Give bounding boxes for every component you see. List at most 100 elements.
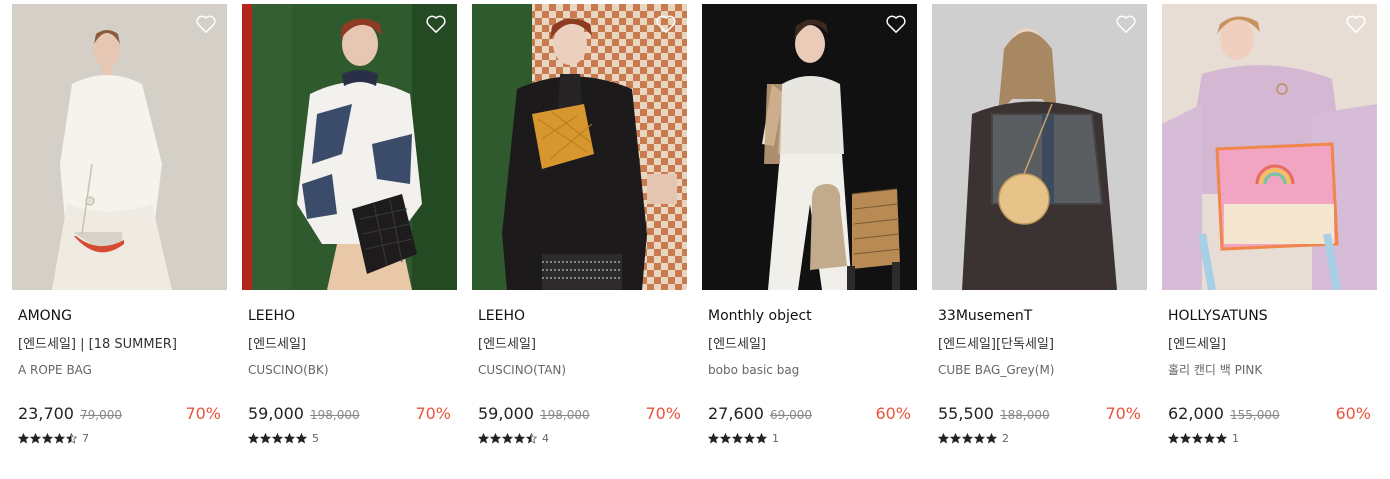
product-name[interactable]: CUBE BAG_Grey(M) <box>938 362 1141 378</box>
sale-price: 55,500 <box>938 404 994 423</box>
review-count: 5 <box>312 431 319 445</box>
star-full-icon <box>1180 432 1191 443</box>
star-rating <box>478 432 537 444</box>
star-rating <box>1168 432 1227 444</box>
product-card[interactable]: LEEHO [엔드세일] CUSCINO(BK) 59,000 198,000 … <box>242 4 457 445</box>
discount-rate: 70% <box>185 404 221 423</box>
star-full-icon <box>732 432 743 443</box>
product-card[interactable]: LEEHO [엔드세일] CUSCINO(TAN) 59,000 198,000… <box>472 4 687 445</box>
star-full-icon <box>756 432 767 443</box>
product-grid: AMONG [엔드세일] | [18 SUMMER] A ROPE BAG 23… <box>12 4 1377 445</box>
price-row: 55,500 188,000 70% <box>938 404 1141 424</box>
product-name[interactable]: A ROPE BAG <box>18 362 221 378</box>
product-image[interactable] <box>932 4 1147 290</box>
sale-price: 27,600 <box>708 404 764 423</box>
star-full-icon <box>30 432 41 443</box>
product-name[interactable]: CUSCINO(TAN) <box>478 362 681 378</box>
product-image[interactable] <box>12 4 227 290</box>
wishlist-heart-icon[interactable] <box>1115 14 1137 34</box>
star-full-icon <box>514 432 525 443</box>
product-brand[interactable]: Monthly object <box>708 307 911 325</box>
product-brand[interactable]: 33MusemenT <box>938 307 1141 325</box>
rating: 1 <box>1168 431 1371 445</box>
product-brand[interactable]: AMONG <box>18 307 221 325</box>
product-card[interactable]: 33MusemenT [엔드세일][단독세일] CUBE BAG_Grey(M)… <box>932 4 1147 445</box>
price-row: 23,700 79,000 70% <box>18 404 221 424</box>
wishlist-heart-icon[interactable] <box>1345 14 1367 34</box>
product-card[interactable]: Monthly object [엔드세일] bobo basic bag 27,… <box>702 4 917 445</box>
original-price: 198,000 <box>539 408 590 422</box>
rating: 5 <box>248 431 451 445</box>
product-tag: [엔드세일] <box>248 337 306 352</box>
star-full-icon <box>260 432 271 443</box>
review-count: 2 <box>1002 431 1009 445</box>
sale-price: 59,000 <box>478 404 534 423</box>
product-tag: [엔드세일] <box>708 337 766 352</box>
product-tag: [엔드세일] <box>1168 337 1226 352</box>
sale-price: 59,000 <box>248 404 304 423</box>
review-count: 1 <box>772 431 779 445</box>
product-info: HOLLYSATUNS [엔드세일] 홀리 캔디 백 PINK 62,000 1… <box>1162 307 1377 445</box>
wishlist-heart-icon[interactable] <box>885 14 907 34</box>
original-price: 79,000 <box>79 408 122 422</box>
product-tag: [엔드세일] | [18 SUMMER] <box>18 337 177 352</box>
sale-price: 62,000 <box>1168 404 1224 423</box>
product-name[interactable]: 홀리 캔디 백 PINK <box>1168 362 1371 378</box>
original-price: 188,000 <box>999 408 1050 422</box>
product-photo <box>1162 4 1377 290</box>
product-brand[interactable]: HOLLYSATUNS <box>1168 307 1371 325</box>
discount-rate: 70% <box>1105 404 1141 423</box>
star-rating <box>708 432 767 444</box>
product-info: LEEHO [엔드세일] CUSCINO(BK) 59,000 198,000 … <box>242 307 457 445</box>
product-image[interactable] <box>702 4 917 290</box>
product-photo <box>702 4 917 290</box>
product-image[interactable] <box>242 4 457 290</box>
product-photo <box>12 4 227 290</box>
review-count: 1 <box>1232 431 1239 445</box>
product-photo <box>472 4 687 290</box>
wishlist-heart-icon[interactable] <box>425 14 447 34</box>
star-full-icon <box>42 432 53 443</box>
star-full-icon <box>1204 432 1215 443</box>
star-rating <box>248 432 307 444</box>
star-full-icon <box>974 432 985 443</box>
star-full-icon <box>54 432 65 443</box>
discount-rate: 70% <box>645 404 681 423</box>
star-rating <box>18 432 77 444</box>
rating: 4 <box>478 431 681 445</box>
product-image[interactable] <box>1162 4 1377 290</box>
star-half-icon <box>66 432 77 443</box>
star-full-icon <box>1168 432 1179 443</box>
product-name[interactable]: bobo basic bag <box>708 362 911 378</box>
product-photo <box>242 4 457 290</box>
star-full-icon <box>1192 432 1203 443</box>
wishlist-heart-icon[interactable] <box>195 14 217 34</box>
rating: 1 <box>708 431 911 445</box>
wishlist-heart-icon[interactable] <box>655 14 677 34</box>
review-count: 4 <box>542 431 549 445</box>
product-name[interactable]: CUSCINO(BK) <box>248 362 451 378</box>
product-photo <box>932 4 1147 290</box>
price-row: 59,000 198,000 70% <box>478 404 681 424</box>
star-full-icon <box>248 432 259 443</box>
product-tag: [엔드세일] <box>478 337 536 352</box>
product-image[interactable] <box>472 4 687 290</box>
star-full-icon <box>744 432 755 443</box>
star-full-icon <box>986 432 997 443</box>
star-full-icon <box>950 432 961 443</box>
star-full-icon <box>478 432 489 443</box>
price-row: 59,000 198,000 70% <box>248 404 451 424</box>
price-row: 62,000 155,000 60% <box>1168 404 1371 424</box>
discount-rate: 70% <box>415 404 451 423</box>
product-info: Monthly object [엔드세일] bobo basic bag 27,… <box>702 307 917 445</box>
product-card[interactable]: AMONG [엔드세일] | [18 SUMMER] A ROPE BAG 23… <box>12 4 227 445</box>
star-rating <box>938 432 997 444</box>
star-full-icon <box>938 432 949 443</box>
product-brand[interactable]: LEEHO <box>478 307 681 325</box>
product-card[interactable]: HOLLYSATUNS [엔드세일] 홀리 캔디 백 PINK 62,000 1… <box>1162 4 1377 445</box>
product-tag: [엔드세일][단독세일] <box>938 337 1054 352</box>
star-full-icon <box>18 432 29 443</box>
product-info: 33MusemenT [엔드세일][단독세일] CUBE BAG_Grey(M)… <box>932 307 1147 445</box>
product-info: AMONG [엔드세일] | [18 SUMMER] A ROPE BAG 23… <box>12 307 227 445</box>
product-brand[interactable]: LEEHO <box>248 307 451 325</box>
